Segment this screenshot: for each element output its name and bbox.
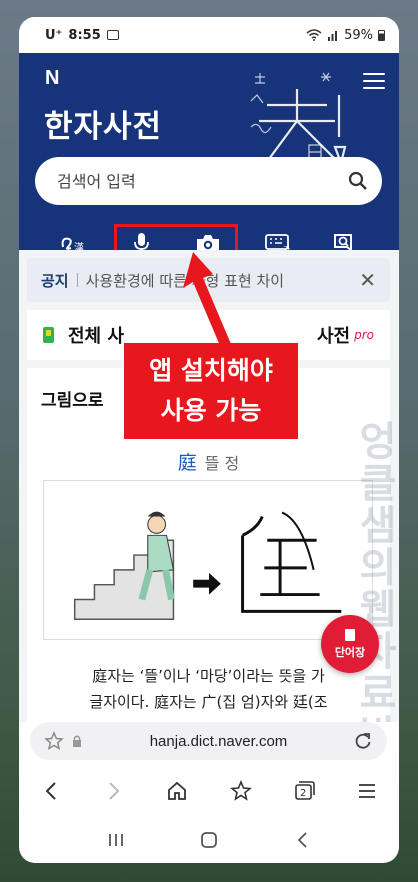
hanja-character[interactable]: 庭 [178, 452, 197, 474]
back-icon[interactable] [33, 773, 69, 809]
phone-screen: U⁺ 8:55 59% N 한자사전 검색어 입력 漢 가 공지 사용환경에 따… [19, 17, 399, 863]
hamburger-menu-icon[interactable] [363, 73, 385, 91]
notice-tag: 공지 [41, 271, 69, 290]
wordbook-button[interactable]: 단어장 [321, 615, 379, 673]
recent-apps-icon[interactable] [96, 825, 136, 855]
gallery-notification-icon [106, 30, 119, 40]
browser-menu-icon[interactable] [349, 773, 385, 809]
url-text[interactable]: hanja.dict.naver.com [84, 733, 353, 750]
tab-count: 2 [300, 788, 306, 799]
home-icon[interactable] [159, 773, 195, 809]
search-input[interactable] [57, 171, 348, 191]
system-back-icon[interactable] [282, 825, 322, 855]
address-bar[interactable]: hanja.dict.naver.com [30, 722, 387, 760]
page-title: 한자사전 [44, 109, 163, 145]
battery-percent: 59% [344, 27, 373, 43]
system-nav-bar [19, 817, 399, 863]
notice-divider [76, 273, 78, 287]
card-title: 그림으로 [41, 391, 104, 411]
signal-icon [328, 31, 338, 41]
reload-icon[interactable] [353, 731, 373, 751]
tabs-icon[interactable]: 2 [286, 773, 322, 809]
red-arrow-icon [183, 252, 231, 348]
carrier-label: U⁺ [45, 27, 63, 43]
book-icon [345, 628, 355, 641]
install-required-caption: 앱 설치해야 사용 가능 [124, 343, 298, 439]
battery-icon [378, 29, 385, 41]
lock-icon [73, 735, 81, 747]
caption-line: 사용 가능 [160, 396, 262, 425]
bookmark-star-icon[interactable] [44, 731, 64, 751]
pro-badge: pro [354, 328, 374, 342]
browser-nav-bar: 2 [19, 769, 399, 813]
wordbook-label: 단어장 [334, 645, 366, 659]
close-icon[interactable]: ✕ [359, 268, 376, 292]
search-bar [35, 157, 382, 205]
hanja-description: 庭자는 ‘뜰’이나 ‘마당’이라는 뜻을 가 글자이다. 庭자는 广(집 엄)자… [27, 663, 390, 715]
watermark-text: 엉클샘의웹자료방 [355, 420, 397, 722]
hanja-reading: 뜰 정 [204, 454, 240, 473]
dictionary-label-right: 사전 [316, 326, 351, 347]
bookmark-icon [43, 327, 54, 343]
system-home-icon[interactable] [189, 825, 229, 855]
app-header: N 한자사전 漢 [19, 53, 399, 280]
hanja-illustration [43, 480, 373, 640]
wifi-icon [306, 29, 322, 41]
forward-icon[interactable] [96, 773, 132, 809]
search-icon[interactable] [348, 171, 368, 191]
hanja-decoration-icon [250, 72, 347, 167]
dictionary-label-left: 전체 사 [68, 326, 124, 347]
caption-line: 앱 설치해야 [149, 356, 273, 385]
bookmarks-icon[interactable] [223, 773, 259, 809]
status-bar: U⁺ 8:55 59% [19, 17, 399, 53]
hanja-heading: 庭뜰 정 [27, 448, 390, 475]
clock: 8:55 [68, 27, 101, 43]
naver-logo[interactable]: N [45, 67, 59, 90]
description-line: 글자이다. 庭자는 广(집 엄)자와 廷(조 [89, 693, 328, 711]
